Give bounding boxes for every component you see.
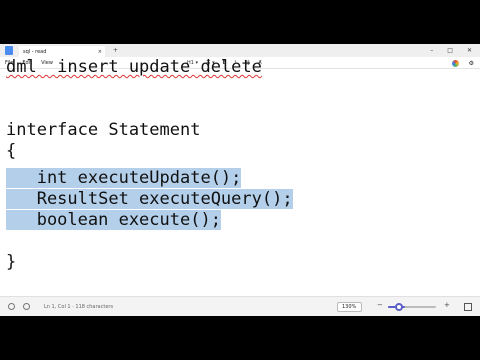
fit-to-window-icon[interactable] xyxy=(464,303,472,311)
selection-highlight: ResultSet executeQuery(); xyxy=(6,189,293,209)
maximize-button[interactable]: □ xyxy=(447,47,453,54)
editor-line: dml insert update delete xyxy=(6,57,262,78)
video-frame: sql - read × + – □ ✕ File Edit View H1 ▾… xyxy=(0,0,480,360)
zoom-slider-thumb[interactable] xyxy=(395,303,403,311)
zoom-in-button[interactable]: + xyxy=(444,301,450,309)
new-tab-button[interactable]: + xyxy=(113,47,118,54)
zoom-value: 130% xyxy=(342,304,357,310)
zoom-dropdown[interactable]: 130% xyxy=(337,302,362,312)
tab-document[interactable]: sql - read × xyxy=(19,46,105,57)
window-controls: – □ ✕ xyxy=(430,47,472,54)
tab-close-icon[interactable]: × xyxy=(98,49,102,55)
editor-line: { xyxy=(6,141,17,161)
close-window-button[interactable]: ✕ xyxy=(467,47,472,54)
editor-line: interface Statement xyxy=(6,120,201,140)
cursor-position: Ln 1, Col 1 · 118 characters xyxy=(44,303,114,310)
copilot-icon[interactable] xyxy=(451,59,459,67)
status-info-icon xyxy=(8,303,15,310)
editor-text: dml insert update delete xyxy=(6,57,262,77)
zoom-out-button[interactable]: − xyxy=(377,301,383,309)
editor-line-selected: ResultSet executeQuery(); xyxy=(6,189,293,210)
selection-highlight: int executeUpdate(); xyxy=(6,168,242,188)
settings-gear-icon[interactable]: ⚙ xyxy=(469,60,474,67)
status-bar: Ln 1, Col 1 · 118 characters 130% − + xyxy=(0,296,480,316)
minimize-button[interactable]: – xyxy=(430,47,433,54)
selection-highlight: boolean execute(); xyxy=(6,210,221,230)
text-editor[interactable]: dml insert update delete interface State… xyxy=(0,57,480,296)
tab-title: sql - read xyxy=(23,48,47,55)
status-sync-icon xyxy=(23,303,30,310)
notepad-app-icon xyxy=(5,46,13,55)
tab-bar: sql - read × + – □ ✕ xyxy=(0,44,480,57)
editor-line: } xyxy=(6,252,17,272)
editor-line-selected: int executeUpdate(); xyxy=(6,168,242,189)
editor-line-selected: boolean execute(); xyxy=(6,210,221,231)
menu-right-icons: ⚙ xyxy=(451,57,474,69)
notepad-window: sql - read × + – □ ✕ File Edit View H1 ▾… xyxy=(0,44,480,316)
